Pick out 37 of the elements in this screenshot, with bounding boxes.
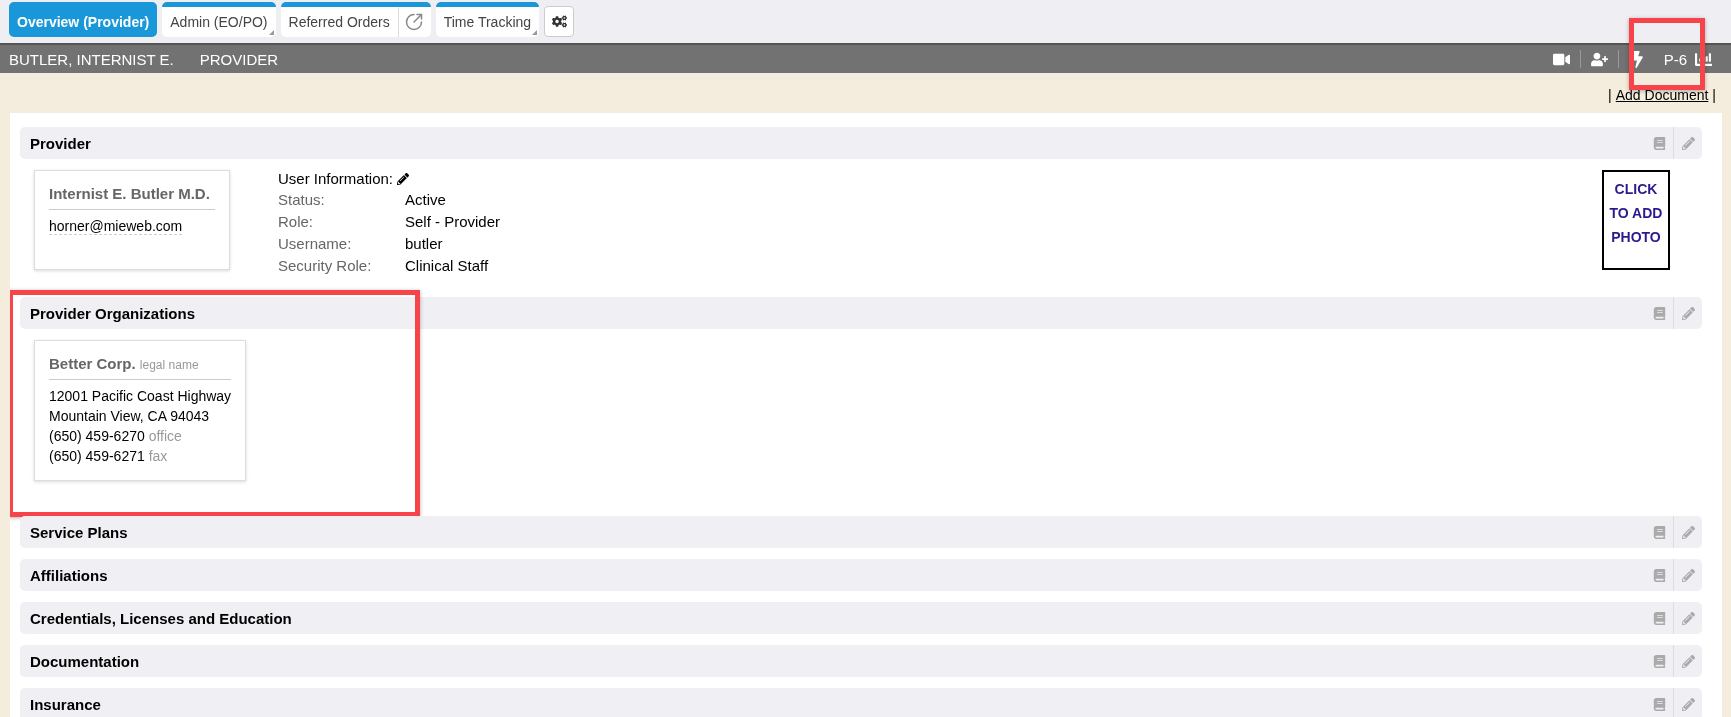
gears-icon[interactable] — [551, 14, 567, 29]
add-document-link[interactable]: Add Document — [1615, 87, 1709, 113]
separator: | — [1608, 87, 1612, 105]
field-value: butler — [405, 235, 444, 252]
field-label: Username: — [278, 235, 353, 252]
separator: | — [1712, 87, 1716, 105]
section-header[interactable]: Credentials, Licenses and Education — [20, 602, 1702, 634]
add-photo-placeholder[interactable]: CLICK TO ADD PHOTO — [1602, 170, 1670, 270]
section-header[interactable]: Insurance — [20, 688, 1702, 717]
field-value: Active — [405, 191, 447, 208]
section-header[interactable]: Affiliations — [20, 559, 1702, 591]
provider-code: P-6 — [1662, 50, 1688, 68]
tab[interactable]: Time Tracking — [435, 2, 540, 37]
section-header[interactable]: Service Plans — [20, 516, 1702, 548]
field-label: Status: — [278, 191, 326, 208]
provider-email: horner@mieweb.com — [49, 218, 183, 235]
tab[interactable]: Referred Orders — [280, 2, 431, 37]
field-value: Clinical Staff — [405, 257, 490, 274]
user-information-label: User Information: — [278, 170, 394, 187]
address-line: Mountain View, CA 94043 — [49, 407, 211, 426]
pencil-icon[interactable] — [397, 172, 410, 185]
provider-role: PROVIDER — [199, 50, 279, 68]
field-value: Self - Provider — [405, 213, 501, 230]
organization-name: Better Corp. legal name — [49, 355, 232, 380]
field-label: Role: — [278, 213, 315, 230]
provider-name: Internist E. Butler M.D. — [49, 185, 215, 210]
section-header[interactable]: Documentation — [20, 645, 1702, 677]
phone-line: (650) 459-6271 fax — [49, 447, 169, 466]
phone-line: (650) 459-6270 office — [49, 427, 183, 446]
section-header[interactable]: Provider — [20, 127, 1702, 159]
external-link-icon[interactable] — [404, 13, 423, 31]
section-header[interactable]: Provider Organizations — [20, 297, 1702, 329]
address-line: 12001 Pacific Coast Highway — [49, 387, 232, 406]
tab[interactable]: Admin (EO/PO) — [162, 2, 276, 37]
provider-name: BUTLER, INTERNIST E. — [9, 50, 174, 68]
field-label: Security Role: — [278, 257, 373, 274]
settings-button[interactable] — [544, 6, 575, 37]
